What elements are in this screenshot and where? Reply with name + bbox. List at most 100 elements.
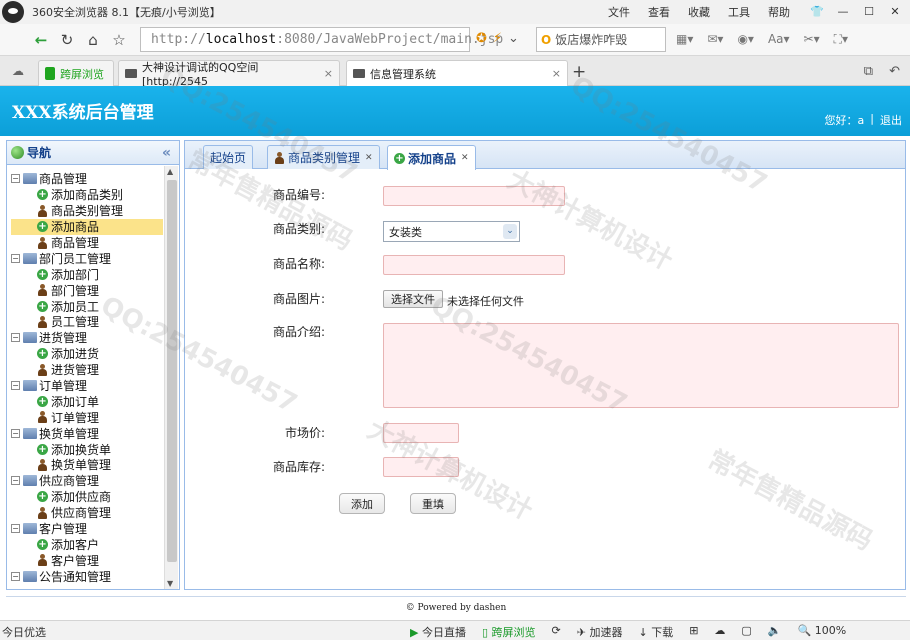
choose-file-button[interactable]: 选择文件 bbox=[383, 290, 443, 308]
status-download[interactable]: ↓ 下载 bbox=[638, 624, 673, 640]
tree-item[interactable]: + 添加进货 bbox=[11, 346, 163, 362]
status-accelerator[interactable]: ✈ 加速器 bbox=[577, 624, 623, 640]
screenshot-icon[interactable]: ✂▾ bbox=[804, 32, 820, 47]
close-icon[interactable]: × bbox=[324, 67, 333, 80]
lightning-icon[interactable]: ⚡ bbox=[493, 31, 502, 46]
tree-group-dept[interactable]: − 部门员工管理 bbox=[11, 250, 163, 266]
speed-icon[interactable]: ✪ bbox=[476, 31, 487, 46]
refresh-icon[interactable]: ↻ bbox=[54, 28, 80, 52]
nav-scrollbar[interactable]: ▲ ▼ bbox=[164, 166, 178, 589]
tree-item[interactable]: 部门管理 bbox=[11, 282, 163, 298]
status-live[interactable]: ▶ 今日直播 bbox=[410, 624, 466, 640]
expander-icon[interactable]: − bbox=[11, 381, 20, 391]
tree-item[interactable]: + 添加供应商 bbox=[11, 489, 163, 505]
tree-item[interactable]: + 添加商品类别 bbox=[11, 187, 163, 203]
goods-code-input[interactable] bbox=[383, 186, 565, 206]
tree-item-selected[interactable]: + 添加商品 bbox=[11, 218, 163, 235]
tab-add-goods[interactable]: + 添加商品 ✕ bbox=[387, 145, 476, 170]
status-label: 100% bbox=[814, 624, 847, 637]
tree-item[interactable]: 客户管理 bbox=[11, 552, 163, 568]
menu-help[interactable]: 帮助 bbox=[768, 4, 790, 20]
logout-link[interactable]: 退出 bbox=[880, 112, 902, 128]
goods-intro-textarea[interactable] bbox=[383, 323, 899, 408]
tree-group-supplier[interactable]: − 供应商管理 bbox=[11, 473, 163, 489]
collapse-icon[interactable]: « bbox=[162, 145, 171, 161]
safe-icon[interactable]: ◉▾ bbox=[737, 32, 754, 47]
tree-group-orders[interactable]: − 订单管理 bbox=[11, 378, 163, 394]
status-zoom[interactable]: 🔍 100% bbox=[798, 624, 847, 640]
new-tab-button[interactable]: + bbox=[572, 62, 586, 82]
home-icon[interactable]: ⌂ bbox=[80, 28, 106, 52]
expander-icon[interactable]: − bbox=[11, 174, 20, 184]
tree-item[interactable]: + 添加换货单 bbox=[11, 441, 163, 457]
status-cross-screen[interactable]: ▯ 跨屏浏览 bbox=[482, 624, 536, 640]
tree-item[interactable]: + 添加订单 bbox=[11, 393, 163, 409]
maximize-button[interactable]: ☐ bbox=[858, 2, 880, 20]
reset-button[interactable]: 重填 bbox=[410, 493, 456, 514]
game-icon[interactable]: ⛶▾ bbox=[834, 32, 848, 47]
close-icon[interactable]: ✕ bbox=[365, 153, 373, 163]
tree-group-notice[interactable]: − 公告通知管理 bbox=[11, 568, 163, 584]
tree-item[interactable]: + 添加员工 bbox=[11, 298, 163, 314]
menu-tools[interactable]: 工具 bbox=[728, 4, 750, 20]
status-left[interactable]: 今日优选 bbox=[2, 624, 46, 640]
tab-list-icon[interactable]: ⧉ bbox=[864, 64, 873, 79]
tree-group-purchase[interactable]: − 进货管理 bbox=[11, 330, 163, 346]
minimize-button[interactable]: — bbox=[832, 2, 854, 20]
close-button[interactable]: ✕ bbox=[884, 2, 906, 20]
market-price-input[interactable] bbox=[383, 423, 459, 443]
tree-item[interactable]: + 添加客户 bbox=[11, 536, 163, 552]
scroll-thumb[interactable] bbox=[167, 180, 177, 562]
expander-icon[interactable]: − bbox=[11, 524, 20, 534]
expander-icon[interactable]: − bbox=[11, 428, 20, 438]
submit-button[interactable]: 添加 bbox=[339, 493, 385, 514]
tree-item[interactable]: 员工管理 bbox=[11, 314, 163, 330]
tab-start-page[interactable]: 起始页 bbox=[203, 145, 254, 169]
mail-icon[interactable]: ✉▾ bbox=[707, 32, 723, 47]
chevron-down-icon[interactable]: ⌄ bbox=[508, 31, 519, 46]
tab-category-manage[interactable]: 商品类别管理 ✕ bbox=[267, 145, 380, 169]
nav-title: 导航 bbox=[27, 146, 52, 160]
tab-qq-space[interactable]: 大神设计调试的QQ空间 [http://2545 × bbox=[118, 60, 340, 88]
url-input[interactable]: http://localhost:8080/JavaWebProject/mai… bbox=[140, 27, 503, 52]
undo-close-icon[interactable]: ↶ bbox=[889, 64, 900, 79]
menu-file[interactable]: 文件 bbox=[608, 4, 630, 20]
tree-group-customer[interactable]: − 客户管理 bbox=[11, 521, 163, 537]
tree-item[interactable]: + 添加部门 bbox=[11, 266, 163, 282]
tree-item[interactable]: 商品类别管理 bbox=[11, 203, 163, 219]
tree-item[interactable]: 订单管理 bbox=[11, 409, 163, 425]
close-icon[interactable]: × bbox=[552, 67, 561, 80]
tree-item[interactable]: 商品管理 bbox=[11, 235, 163, 251]
menu-favorites[interactable]: 收藏 bbox=[688, 4, 710, 20]
tree-item[interactable]: 换货单管理 bbox=[11, 457, 163, 473]
expander-icon[interactable]: − bbox=[11, 476, 20, 486]
pin-icon[interactable]: 👕 bbox=[806, 2, 828, 20]
apps-icon[interactable]: ▦▾ bbox=[676, 32, 693, 47]
tab-info-system[interactable]: 信息管理系统 × bbox=[346, 60, 568, 86]
tree-item[interactable]: 供应商管理 bbox=[11, 505, 163, 521]
scroll-down-icon[interactable]: ▼ bbox=[167, 579, 173, 588]
scroll-up-icon[interactable]: ▲ bbox=[167, 167, 173, 176]
window-icon[interactable]: ▢ bbox=[741, 624, 751, 640]
close-icon[interactable]: ✕ bbox=[461, 153, 469, 163]
menu-view[interactable]: 查看 bbox=[648, 4, 670, 20]
expander-icon[interactable]: − bbox=[11, 253, 20, 263]
cloud-icon[interactable]: ☁ bbox=[12, 64, 24, 78]
star-icon[interactable]: ☆ bbox=[106, 28, 132, 52]
tree-group-goods[interactable]: − 商品管理 bbox=[11, 171, 163, 187]
expander-icon[interactable]: − bbox=[11, 571, 20, 581]
back-arrow-icon[interactable]: ← bbox=[28, 28, 54, 52]
speaker-icon[interactable]: 🔈 bbox=[768, 624, 782, 640]
expander-icon[interactable]: − bbox=[11, 333, 20, 343]
goods-stock-input[interactable] bbox=[383, 457, 459, 477]
search-input[interactable]: O 饭店爆炸咋毁 bbox=[536, 27, 666, 52]
tree-item[interactable]: 进货管理 bbox=[11, 362, 163, 378]
translate-icon[interactable]: Aa▾ bbox=[768, 32, 790, 47]
pip-icon[interactable]: ⊞ bbox=[689, 624, 698, 640]
settings-icon[interactable]: ⟳ bbox=[552, 624, 561, 640]
cloud-sync-icon[interactable]: ☁ bbox=[714, 624, 725, 640]
goods-category-select[interactable]: 女装类 ⌄ bbox=[383, 221, 520, 242]
goods-name-input[interactable] bbox=[383, 255, 565, 275]
tree-group-exchange[interactable]: − 换货单管理 bbox=[11, 425, 163, 441]
tab-cross-screen[interactable]: 跨屏浏览 bbox=[38, 60, 114, 86]
